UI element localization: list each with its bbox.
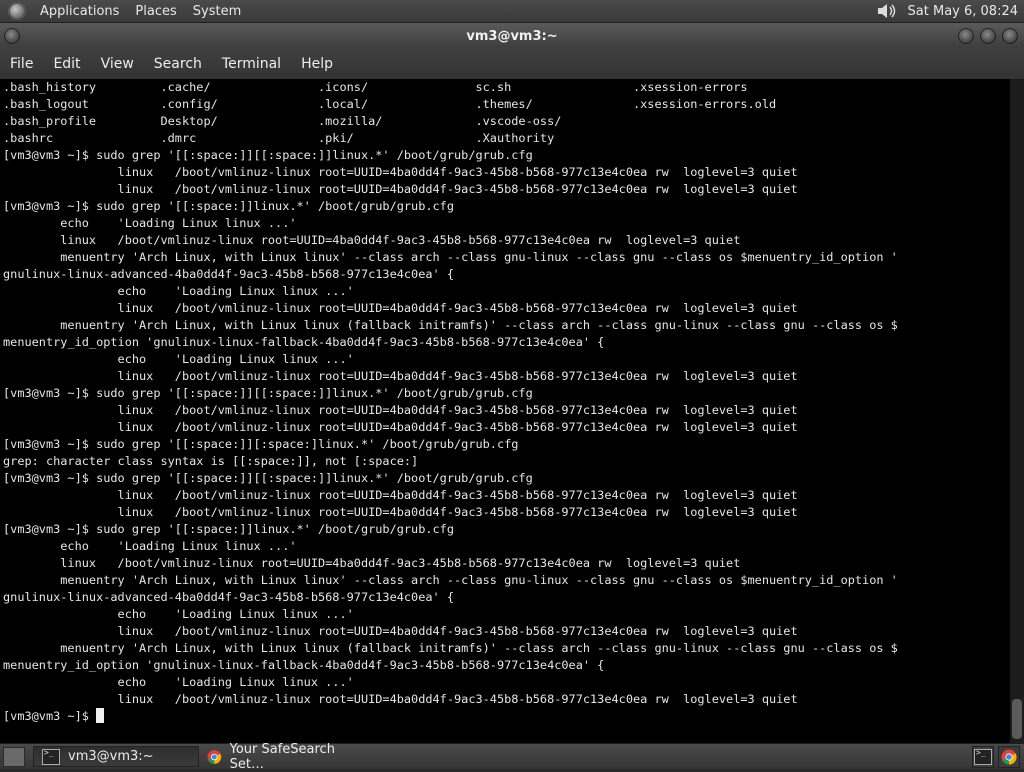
terminal-line: echo 'Loading Linux linux ...' — [3, 284, 354, 298]
terminal-line: menuentry_id_option 'gnulinux-linux-fall… — [3, 658, 605, 672]
menu-help[interactable]: Help — [291, 56, 343, 72]
tray-terminal-icon[interactable] — [972, 745, 994, 768]
clock[interactable]: Sat May 6, 08:24 — [908, 4, 1024, 19]
scrollbar-thumb[interactable] — [1012, 699, 1022, 739]
shell-prompt: [vm3@vm3 ~]$ — [3, 709, 97, 723]
window-menu-icon[interactable] — [4, 28, 20, 44]
menu-view[interactable]: View — [91, 56, 144, 72]
terminal-line: .bash_history .cache/ .icons/ sc.sh .xse… — [3, 80, 748, 94]
taskbar-item-label: Your SafeSearch Set… — [229, 741, 335, 772]
terminal-line: linux /boot/vmlinuz-linux root=UUID=4ba0… — [3, 403, 798, 417]
show-desktop-icon[interactable] — [3, 746, 25, 767]
menu-terminal[interactable]: Terminal — [212, 56, 291, 72]
text-cursor — [96, 708, 105, 723]
terminal-line: menuentry 'Arch Linux, with Linux linux'… — [3, 250, 898, 264]
terminal-menubar: File Edit View Search Terminal Help — [0, 49, 1024, 80]
terminal-line: menuentry 'Arch Linux, with Linux linux'… — [3, 573, 898, 587]
terminal-line: menuentry_id_option 'gnulinux-linux-fall… — [3, 335, 605, 349]
chrome-icon — [207, 749, 222, 764]
terminal-line: [vm3@vm3 ~]$ sudo grep '[[:space:]]linux… — [3, 199, 455, 213]
window-titlebar[interactable]: vm3@vm3:~ — [0, 23, 1024, 49]
terminal-line: [vm3@vm3 ~]$ sudo grep '[[:space:]][[:sp… — [3, 386, 533, 400]
terminal-line: [vm3@vm3 ~]$ sudo grep '[[:space:]][[:sp… — [3, 148, 533, 162]
terminal-line: linux /boot/vmlinuz-linux root=UUID=4ba0… — [3, 556, 741, 570]
terminal-line: linux /boot/vmlinuz-linux root=UUID=4ba0… — [3, 420, 798, 434]
top-panel: Applications Places System Sat May 6, 08… — [0, 0, 1024, 23]
terminal-line: echo 'Loading Linux linux ...' — [3, 607, 354, 621]
tray-chrome-icon[interactable] — [998, 745, 1020, 768]
terminal-line: linux /boot/vmlinuz-linux root=UUID=4ba0… — [3, 182, 798, 196]
terminal-line: linux /boot/vmlinuz-linux root=UUID=4ba0… — [3, 165, 798, 179]
terminal-line: gnulinux-linux-advanced-4ba0dd4f-9ac3-45… — [3, 267, 455, 281]
terminal-icon — [974, 748, 992, 765]
volume-icon[interactable] — [876, 2, 898, 20]
terminal-line: [vm3@vm3 ~]$ sudo grep '[[:space:]][[:sp… — [3, 471, 533, 485]
terminal-output[interactable]: .bash_history .cache/ .icons/ sc.sh .xse… — [0, 79, 1010, 743]
menu-file[interactable]: File — [0, 56, 43, 72]
distro-logo-icon[interactable] — [8, 2, 26, 20]
terminal-scrollbar[interactable] — [1010, 79, 1024, 743]
terminal-prompt-line[interactable]: [vm3@vm3 ~]$ — [0, 708, 1010, 725]
terminal-line: linux /boot/vmlinuz-linux root=UUID=4ba0… — [3, 692, 798, 706]
chrome-icon — [1001, 749, 1017, 764]
terminal-line: linux /boot/vmlinuz-linux root=UUID=4ba0… — [3, 369, 798, 383]
terminal-line: linux /boot/vmlinuz-linux root=UUID=4ba0… — [3, 301, 798, 315]
terminal-line: linux /boot/vmlinuz-linux root=UUID=4ba0… — [3, 624, 798, 638]
taskbar-item-label: vm3@vm3:~ — [68, 749, 154, 764]
bottom-taskbar: vm3@vm3:~ Your SafeSearch Set… — [0, 742, 1024, 772]
terminal-line: echo 'Loading Linux linux ...' — [3, 352, 354, 366]
terminal-line: .bash_profile Desktop/ .mozilla/ .vscode… — [3, 114, 562, 128]
terminal-line: .bash_logout .config/ .local/ .themes/ .… — [3, 97, 777, 111]
terminal-line: grep: character class syntax is [[:space… — [3, 454, 419, 468]
terminal-line: echo 'Loading Linux linux ...' — [3, 675, 354, 689]
menu-search[interactable]: Search — [144, 56, 212, 72]
minimize-button[interactable] — [958, 28, 974, 44]
terminal-line: echo 'Loading Linux linux ...' — [3, 216, 297, 230]
system-tray — [972, 745, 1020, 768]
terminal-line: menuentry 'Arch Linux, with Linux linux … — [3, 641, 898, 655]
taskbar-item-terminal[interactable]: vm3@vm3:~ — [33, 746, 199, 767]
maximize-button[interactable] — [980, 28, 996, 44]
close-button[interactable] — [1002, 28, 1018, 44]
applications-menu[interactable]: Applications — [32, 4, 127, 19]
terminal-icon — [42, 748, 60, 765]
terminal-line: [vm3@vm3 ~]$ sudo grep '[[:space:]][:spa… — [3, 437, 519, 451]
terminal-line: linux /boot/vmlinuz-linux root=UUID=4ba0… — [3, 233, 741, 247]
menu-edit[interactable]: Edit — [43, 56, 90, 72]
taskbar-item-browser[interactable]: Your SafeSearch Set… — [199, 742, 369, 772]
terminal-line: gnulinux-linux-advanced-4ba0dd4f-9ac3-45… — [3, 590, 455, 604]
system-menu[interactable]: System — [185, 4, 249, 19]
terminal-line: menuentry 'Arch Linux, with Linux linux … — [3, 318, 898, 332]
terminal-line: linux /boot/vmlinuz-linux root=UUID=4ba0… — [3, 505, 798, 519]
window-title: vm3@vm3:~ — [466, 28, 558, 44]
terminal-line: [vm3@vm3 ~]$ sudo grep '[[:space:]]linux… — [3, 522, 455, 536]
terminal-line: echo 'Loading Linux linux ...' — [3, 539, 297, 553]
places-menu[interactable]: Places — [127, 4, 184, 19]
terminal-window: vm3@vm3:~ File Edit View Search Terminal… — [0, 23, 1024, 743]
terminal-line: linux /boot/vmlinuz-linux root=UUID=4ba0… — [3, 488, 798, 502]
terminal-line: .bashrc .dmrc .pki/ .Xauthority — [3, 131, 555, 145]
